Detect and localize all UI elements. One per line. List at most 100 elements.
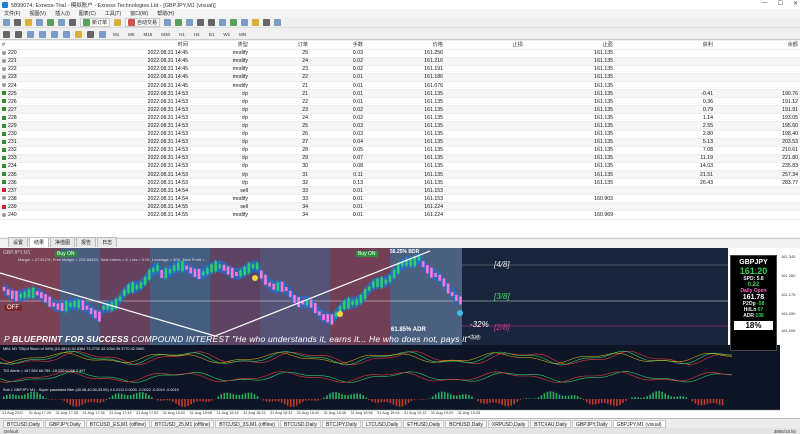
zoom-in-icon[interactable]	[197, 18, 205, 26]
market-watch-icon[interactable]	[36, 18, 43, 26]
chart-tab[interactable]: GBPJPY,M1 (visual)	[612, 419, 666, 428]
profiles-icon[interactable]	[25, 18, 32, 26]
new-order-button[interactable]: 新订单	[80, 17, 111, 27]
col-id[interactable]: #	[0, 41, 55, 50]
tf-m15[interactable]: M15	[142, 32, 155, 37]
new-chart-icon[interactable]	[3, 18, 10, 26]
auto-trading-button[interactable]: 自动交易	[125, 17, 161, 27]
off-badge[interactable]: OFF	[4, 305, 22, 311]
table-row[interactable]: 237 2022.08.31 14:54 sell 33 0.01 161.153	[0, 186, 800, 196]
table-row[interactable]: 223 2022.08.31 14:45 modify 22 0.01 161.186 16…	[0, 73, 800, 82]
fibonacci-icon[interactable]	[75, 30, 82, 38]
terminal-icon[interactable]	[58, 18, 65, 26]
vertical-line-icon[interactable]	[27, 30, 34, 38]
col-price[interactable]: 价格	[365, 41, 445, 50]
tab-settings[interactable]: 设置	[8, 237, 29, 247]
tf-m1[interactable]: M1	[111, 32, 121, 37]
chart-tab[interactable]: BTCUSD_3S,M1 (offline)	[215, 419, 279, 428]
menu-tools[interactable]: 工具(T)	[105, 10, 121, 17]
table-row[interactable]: 231 2022.08.31 14:53 t/p 27 0.04 161.135 161.1…	[0, 138, 800, 147]
bar-chart-icon[interactable]	[164, 18, 172, 26]
chart-tab[interactable]: XRPUSD,Daily	[487, 419, 530, 428]
table-row[interactable]: 224 2022.08.31 14:45 modify 21 0.01 161.076 16…	[0, 81, 800, 91]
price-chart[interactable]: GBPJPY,M1 Margin = 27.812%, Free Margin …	[0, 248, 800, 418]
chart-tab[interactable]: BTCUSD,Daily	[279, 419, 322, 428]
table-row[interactable]: 238 2022.08.31 14:54 modify 33 0.01 161.153 16…	[0, 194, 800, 204]
open-icon[interactable]	[14, 18, 21, 26]
close-button[interactable]: ✕	[793, 0, 798, 7]
table-row[interactable]: 220 2022.08.31 14:45 modify 25 0.03 161.256 16…	[0, 49, 800, 58]
periods-icon[interactable]	[263, 18, 271, 26]
col-lots[interactable]: 手数	[310, 41, 365, 50]
table-row[interactable]: 227 2022.08.31 14:53 t/p 23 0.02 161.135 161.1…	[0, 105, 800, 115]
chart-tab[interactable]: BTCJPY,Daily	[322, 419, 362, 428]
trendline-icon[interactable]	[51, 30, 58, 38]
chart-tab[interactable]: LTCUSD,Daily	[362, 419, 403, 428]
chart-tab[interactable]: GBPJPY,Daily	[572, 419, 612, 428]
table-row[interactable]: 233 2022.08.31 14:53 t/p 29 0.07 161.135 161.1…	[0, 154, 800, 163]
table-row[interactable]: 235 2022.08.31 14:53 t/p 31 0.11 161.135 161.1…	[0, 170, 800, 180]
tab-report[interactable]: 报告	[76, 237, 97, 247]
table-row[interactable]: 239 2022.08.31 14:55 sell 34 0.01 161.224	[0, 202, 800, 212]
autoscroll-icon[interactable]	[230, 18, 238, 26]
channel-icon[interactable]	[63, 30, 70, 38]
maximize-button[interactable]: ☐	[778, 0, 783, 7]
menu-insert[interactable]: 插入(I)	[55, 10, 70, 17]
table-row[interactable]: 226 2022.08.31 14:53 t/p 22 0.01 161.135 161.1…	[0, 97, 800, 107]
navigator-icon[interactable]	[47, 18, 54, 26]
table-row[interactable]: 240 2022.08.31 14:55 modify 34 0.01 161.224 16…	[0, 210, 800, 220]
col-balance[interactable]: 余额	[715, 41, 800, 50]
menu-chart[interactable]: 图表(C)	[79, 10, 96, 17]
table-row[interactable]: 228 2022.08.31 14:53 t/p 24 0.02 161.135 161.1…	[0, 113, 800, 123]
chart-shift-icon[interactable]	[241, 18, 249, 26]
tester-icon[interactable]	[69, 18, 76, 26]
arrows-icon[interactable]	[99, 30, 106, 38]
col-tp[interactable]: 止盈	[525, 41, 615, 50]
table-row[interactable]: 229 2022.08.31 14:53 t/p 25 0.03 161.135 161.1…	[0, 121, 800, 131]
table-row[interactable]: 222 2022.08.31 14:45 modify 23 0.02 161.191 16…	[0, 65, 800, 74]
table-row[interactable]: 236 2022.08.31 14:53 t/p 32 0.13 161.135 161.1…	[0, 178, 800, 188]
table-row[interactable]: 234 2022.08.31 14:53 t/p 30 0.08 161.135 161.1…	[0, 162, 800, 172]
crosshair-icon[interactable]	[15, 30, 22, 38]
cursor-icon[interactable]	[3, 30, 10, 38]
menu-file[interactable]: 文件(F)	[4, 10, 20, 17]
tab-equity-graph[interactable]: 净值图	[50, 237, 76, 247]
tf-d1[interactable]: D1	[207, 32, 217, 37]
chart-tab[interactable]: BTCUSD,Daily	[3, 419, 45, 428]
text-icon[interactable]	[87, 30, 94, 38]
chart-tab[interactable]: BTCUSD_25,M1 (offline)	[150, 419, 215, 428]
tf-h4[interactable]: H4	[192, 32, 202, 37]
buy-on-badge-2[interactable]: Buy ON	[356, 251, 378, 257]
table-row[interactable]: 230 2022.08.31 14:53 t/p 26 0.03 161.135 161.1…	[0, 130, 800, 139]
tf-m30[interactable]: M30	[159, 32, 172, 37]
chart-tab[interactable]: BTCUSD_ES,M1 (offline)	[85, 419, 150, 428]
menu-window[interactable]: 窗口(W)	[130, 10, 148, 17]
chart-tab[interactable]: GBPJPY,Daily	[45, 419, 85, 428]
chart-tab[interactable]: BTCXAU,Daily	[530, 419, 572, 428]
buy-on-badge[interactable]: Buy ON	[55, 251, 77, 257]
chart-tab[interactable]: BCHUSD,Daily	[445, 419, 487, 428]
candle-chart-icon[interactable]	[175, 18, 183, 26]
tf-m5[interactable]: M5	[126, 32, 136, 37]
col-time[interactable]: 时间	[55, 41, 190, 50]
meta-editor-icon[interactable]	[114, 18, 122, 26]
tf-w1[interactable]: W1	[221, 32, 232, 37]
table-row[interactable]: 221 2022.08.31 14:45 modify 24 0.02 161.216 16…	[0, 57, 800, 66]
line-chart-icon[interactable]	[186, 18, 194, 26]
menu-help[interactable]: 帮助(H)	[157, 10, 174, 17]
tab-results[interactable]: 结果	[29, 237, 50, 247]
chart-canvas[interactable]	[0, 248, 800, 418]
col-order[interactable]: 订单	[250, 41, 310, 50]
col-sl[interactable]: 止损	[445, 41, 525, 50]
indicators-icon[interactable]	[252, 18, 260, 26]
table-row[interactable]: 232 2022.08.31 14:53 t/p 28 0.05 161.135 161.1…	[0, 146, 800, 155]
templates-icon[interactable]	[274, 18, 282, 26]
menu-view[interactable]: 视图(V)	[29, 10, 46, 17]
zoom-out-icon[interactable]	[208, 18, 216, 26]
tab-journal[interactable]: 日志	[97, 237, 118, 247]
minimize-button[interactable]: —	[762, 0, 768, 7]
tf-mn[interactable]: MN	[237, 32, 248, 37]
tf-h1[interactable]: H1	[177, 32, 187, 37]
horizontal-line-icon[interactable]	[39, 30, 46, 38]
table-row[interactable]: 225 2022.08.31 14:53 t/p 21 0.01 161.135 161.1…	[0, 89, 800, 99]
